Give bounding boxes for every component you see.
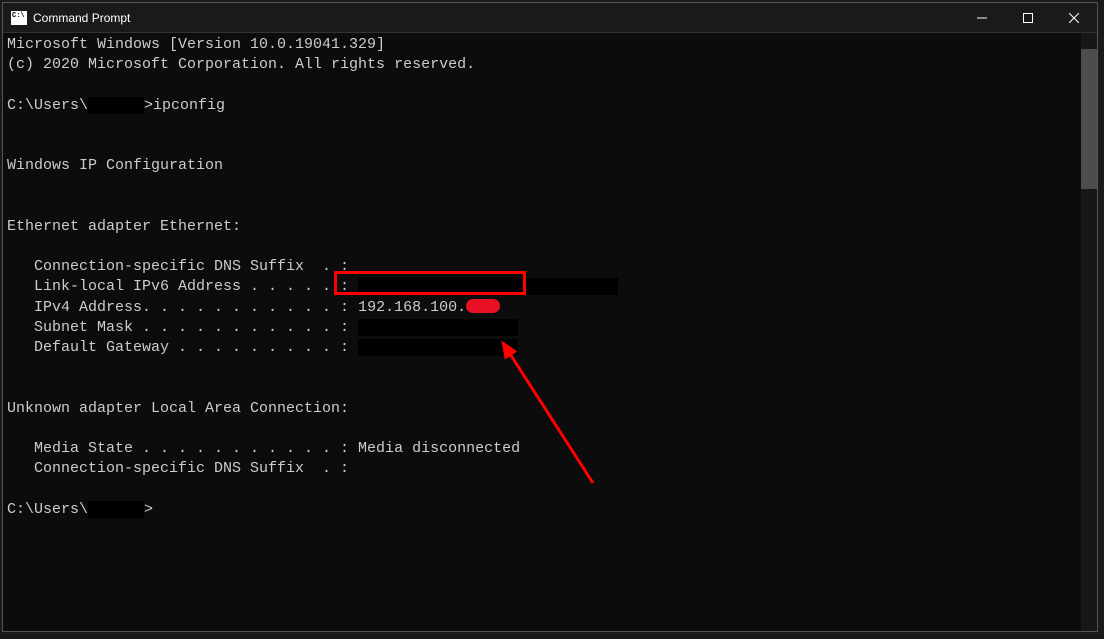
redacted-subnet	[358, 319, 518, 336]
scrollbar-thumb[interactable]	[1081, 49, 1097, 189]
ipv4-label: IPv4 Address. . . . . . . . . . . :	[7, 299, 358, 316]
prompt2-path: C:\Users\	[7, 501, 88, 518]
minimize-button[interactable]	[959, 3, 1005, 32]
window-title: Command Prompt	[33, 11, 959, 25]
maximize-button[interactable]	[1005, 3, 1051, 32]
subnet-line: Subnet Mask . . . . . . . . . . . :	[7, 319, 349, 336]
command-text: ipconfig	[153, 97, 225, 114]
cmd-icon	[11, 11, 27, 25]
minimize-icon	[977, 13, 987, 23]
redacted-ipv6	[358, 278, 618, 295]
copyright-line: (c) 2020 Microsoft Corporation. All righ…	[7, 56, 475, 73]
prompt-marker: >	[144, 97, 153, 114]
dns-suffix-line: Connection-specific DNS Suffix . :	[7, 258, 349, 275]
prompt-path: C:\Users\	[7, 97, 88, 114]
ipv4-value: 192.168.100.	[358, 299, 466, 316]
media-state-line: Media State . . . . . . . . . . . : Medi…	[7, 440, 520, 457]
redacted-username	[88, 97, 144, 114]
ipv6-line: Link-local IPv6 Address . . . . . :	[7, 278, 349, 295]
close-icon	[1069, 13, 1079, 23]
adapter-ethernet-title: Ethernet adapter Ethernet:	[7, 218, 241, 235]
scrollbar-track[interactable]	[1081, 33, 1097, 631]
maximize-icon	[1023, 13, 1033, 23]
terminal-output: Microsoft Windows [Version 10.0.19041.32…	[3, 33, 1097, 522]
command-prompt-window: Command Prompt Microsoft Windows [Versio…	[2, 2, 1098, 632]
prompt2-marker: >	[144, 501, 153, 518]
gateway-line: Default Gateway . . . . . . . . . :	[7, 339, 349, 356]
close-button[interactable]	[1051, 3, 1097, 32]
redacted-gateway	[358, 339, 518, 356]
ipconfig-title: Windows IP Configuration	[7, 157, 223, 174]
adapter-unknown-title: Unknown adapter Local Area Connection:	[7, 400, 349, 417]
window-controls	[959, 3, 1097, 32]
redacted-ipv4-octet	[466, 299, 500, 313]
titlebar[interactable]: Command Prompt	[3, 3, 1097, 33]
redacted-username2	[88, 501, 144, 518]
version-line: Microsoft Windows [Version 10.0.19041.32…	[7, 36, 385, 53]
terminal-body[interactable]: Microsoft Windows [Version 10.0.19041.32…	[3, 33, 1097, 631]
dns-suffix2-line: Connection-specific DNS Suffix . :	[7, 460, 349, 477]
